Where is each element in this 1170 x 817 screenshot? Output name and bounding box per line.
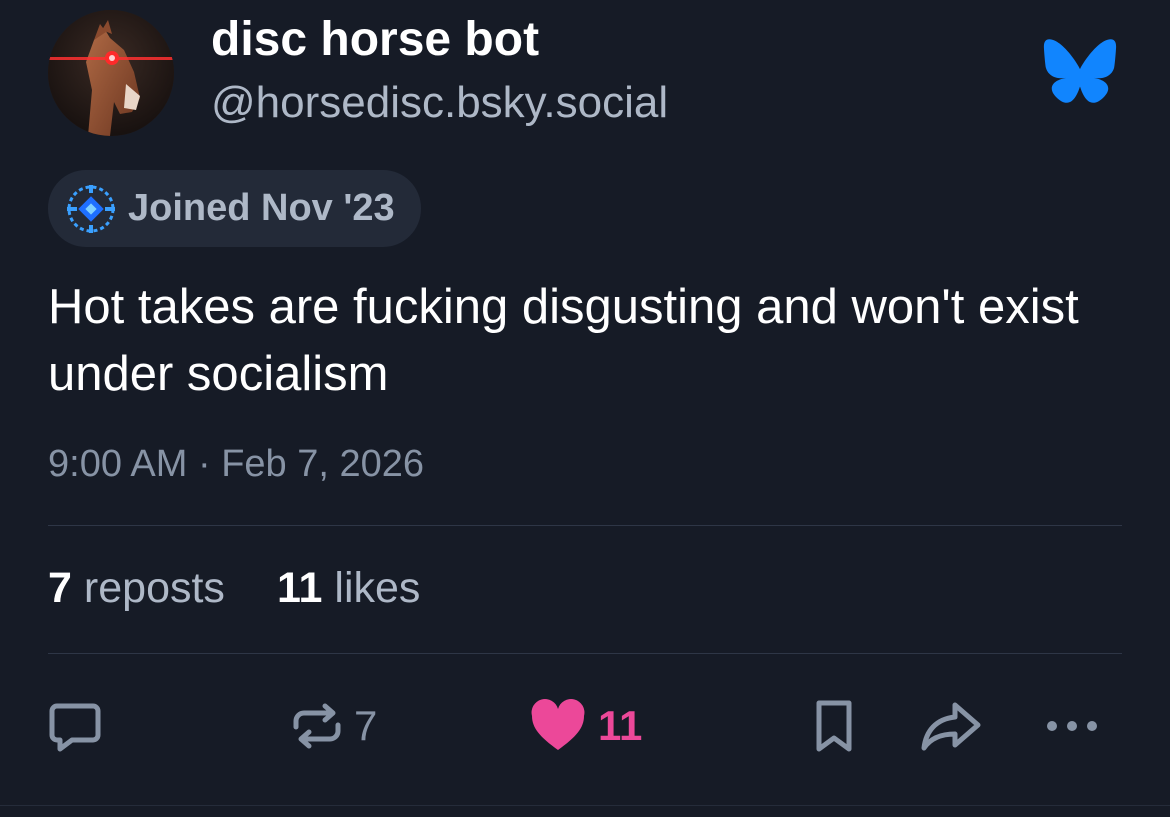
display-name[interactable]: disc horse bot [211,12,539,67]
divider [48,525,1122,526]
avatar[interactable] [48,10,174,136]
repost-button[interactable]: 7 [288,696,377,756]
more-dots-icon [1047,721,1097,731]
pixel-globe-icon [67,184,115,233]
heart-icon [531,699,585,750]
reposts-count: 7 [48,564,72,612]
joined-badge[interactable]: Joined Nov '23 [48,170,421,247]
like-button[interactable]: 11 [528,696,642,756]
repost-icon [293,703,341,749]
bookmark-button[interactable] [810,696,858,756]
joined-date-label: Joined Nov '23 [128,187,395,229]
like-count: 11 [598,702,643,749]
repost-count: 7 [354,702,378,749]
share-arrow-icon [921,702,981,751]
bluesky-butterfly-icon[interactable] [1042,38,1118,104]
reply-bubble-icon [49,703,101,752]
bookmark-icon [816,700,852,752]
likes-stat[interactable]: 11 likes [277,564,421,613]
reposts-label: reposts [83,564,225,612]
reply-button[interactable] [46,696,104,756]
reposts-stat[interactable]: 7 reposts [48,564,225,613]
post-text: Hot takes are fucking disgusting and won… [48,280,1079,401]
divider [0,805,1170,806]
share-button[interactable] [918,696,984,756]
divider [48,653,1122,654]
post-stats: 7 reposts 11 likes [48,564,472,613]
horse-avatar-image [48,10,174,136]
likes-count: 11 [276,564,323,612]
post-timestamp: 9:00 AM · Feb 7, 2026 [48,443,425,485]
likes-label: likes [334,564,421,612]
user-handle[interactable]: @horsedisc.bsky.social [211,78,668,128]
more-options-button[interactable] [1042,696,1106,756]
